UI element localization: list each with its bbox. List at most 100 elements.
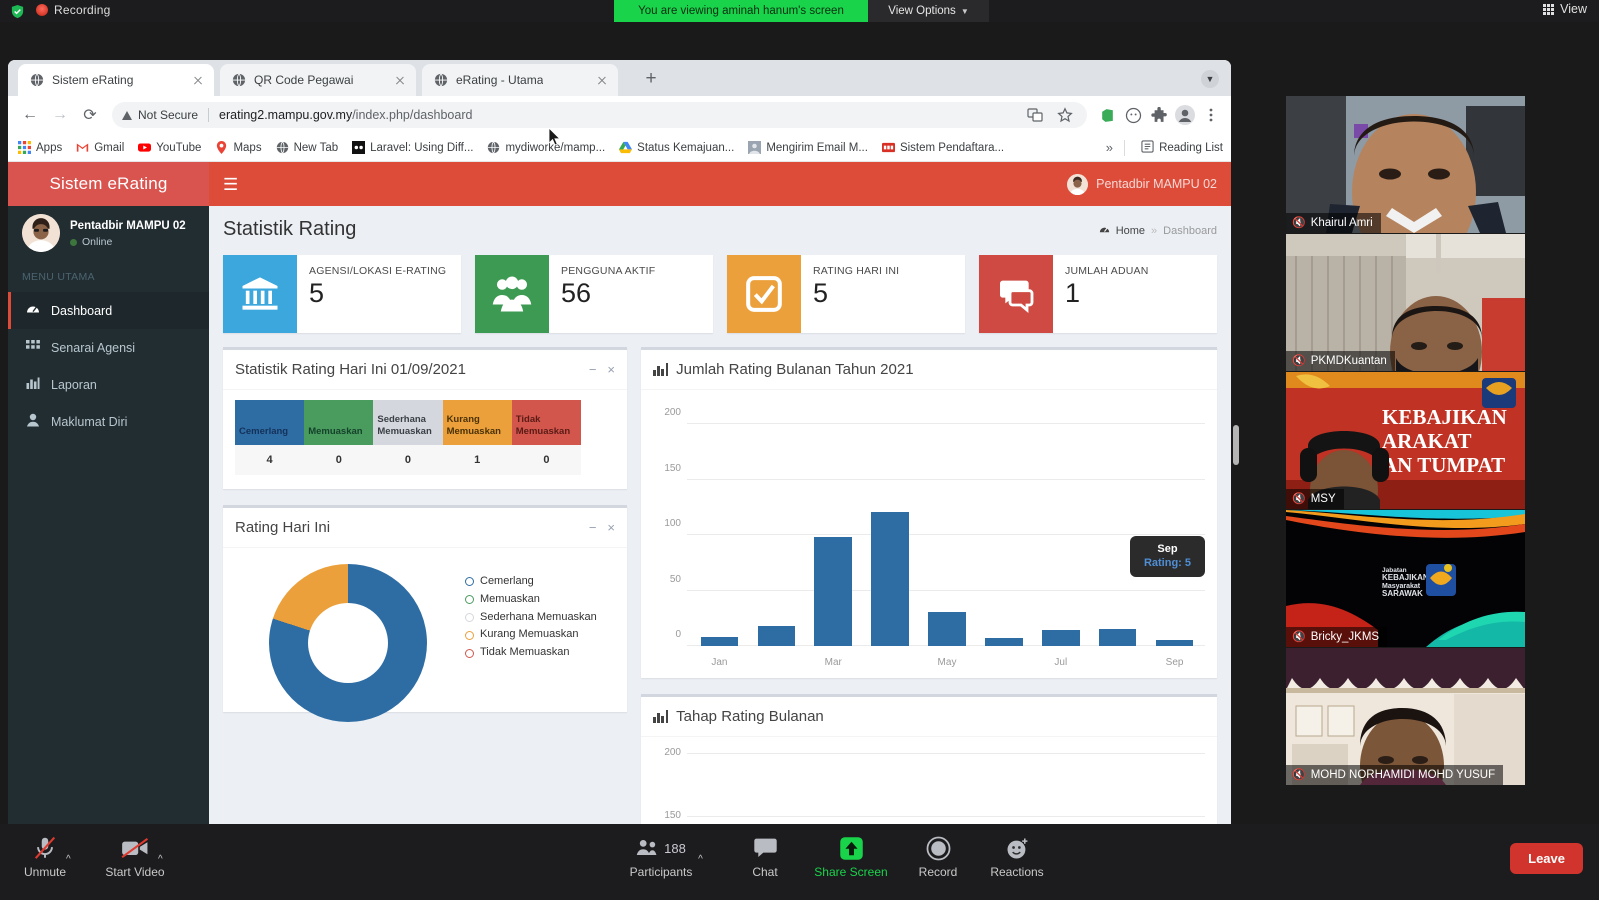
browser-toolbar: ← → ⟳ Not Secure erating2.mampu.gov.my/i…: [8, 96, 1231, 134]
chart-bar-cell[interactable]: [1146, 424, 1203, 646]
evernote-extension-icon[interactable]: [1095, 103, 1119, 127]
recording-indicator[interactable]: Recording: [36, 3, 111, 17]
bookmark-sistem-pendaftaran[interactable]: Sistem Pendaftara...: [881, 141, 1005, 154]
legend-item[interactable]: Kurang Memuaskan: [465, 626, 597, 644]
chart-bar[interactable]: [1098, 629, 1137, 646]
minimize-icon[interactable]: −: [589, 520, 597, 535]
stat-card-jumlah-aduan[interactable]: JUMLAH ADUAN 1: [979, 255, 1217, 333]
chart-bar-cell[interactable]: [919, 424, 976, 646]
sidebar-item-laporan[interactable]: Laporan: [8, 366, 209, 403]
reading-list-button[interactable]: Reading List: [1141, 139, 1223, 156]
chart-bar[interactable]: [928, 611, 966, 646]
tahap-rating-bar-chart[interactable]: 200 150: [641, 737, 1217, 824]
y-axis-tick-label: 150: [664, 462, 681, 474]
chevron-up-icon[interactable]: ^: [698, 854, 703, 865]
bookmark-youtube[interactable]: YouTube: [138, 141, 201, 154]
monthly-rating-bar-chart[interactable]: Sep Rating: 5 0 50 100 150 200 Jan Mar May Jul Se…: [641, 390, 1217, 678]
bookmark-laravel[interactable]: Laravel: Using Diff...: [352, 141, 473, 154]
bookmark-star-icon[interactable]: [1053, 103, 1077, 127]
tab-search-icon[interactable]: ▼: [1201, 70, 1219, 88]
share-screen-button[interactable]: Share Screen: [812, 834, 890, 879]
browser-tab-qr-code-pegawai[interactable]: QR Code Pegawai: [220, 64, 416, 96]
participants-button[interactable]: 188 ^ Participants: [622, 834, 703, 879]
view-options-button[interactable]: View Options ▼: [868, 0, 989, 22]
bookmark-label: Sistem Pendaftara...: [899, 141, 1005, 154]
bookmark-mengirim-email[interactable]: Mengirim Email M...: [748, 141, 868, 154]
chart-bar-cell[interactable]: [975, 424, 1032, 646]
chart-bar-cell[interactable]: [691, 424, 748, 646]
close-icon[interactable]: [392, 72, 408, 88]
browser-tab-erating-utama[interactable]: eRating - Utama: [422, 64, 618, 96]
chart-bar[interactable]: [871, 511, 909, 646]
chart-bar-cell[interactable]: [1032, 424, 1089, 646]
mute-button[interactable]: ^ Unmute: [6, 834, 84, 879]
chat-button[interactable]: Chat: [726, 834, 804, 879]
close-icon[interactable]: ×: [607, 362, 615, 377]
chevron-up-icon[interactable]: ^: [66, 854, 71, 865]
stat-card-agensi[interactable]: AGENSI/LOKASI E-RATING 5: [223, 255, 461, 333]
sidebar-toggle-icon[interactable]: ☰: [223, 176, 238, 193]
x-axis-tick-label: [1089, 657, 1146, 668]
sidebar-item-dashboard[interactable]: Dashboard: [8, 292, 209, 329]
close-icon[interactable]: [190, 72, 206, 88]
close-icon[interactable]: ×: [607, 520, 615, 535]
legend-item[interactable]: Tidak Memuaskan: [465, 644, 597, 662]
bookmark-new-tab[interactable]: New Tab: [276, 141, 338, 154]
participant-tile-pkmdkuantan[interactable]: 🔇 PKMDKuantan: [1286, 234, 1525, 371]
bookmark-apps[interactable]: Apps: [18, 141, 62, 154]
minimize-icon[interactable]: −: [589, 362, 597, 377]
chart-bar[interactable]: [757, 626, 796, 646]
extension-circle-icon[interactable]: [1121, 103, 1145, 127]
address-bar[interactable]: Not Secure erating2.mampu.gov.my/index.p…: [112, 102, 1087, 128]
leave-button[interactable]: Leave: [1510, 843, 1583, 874]
close-icon[interactable]: [594, 72, 610, 88]
sidebar-item-senarai-agensi[interactable]: Senarai Agensi: [8, 329, 209, 366]
app-brand-logo[interactable]: Sistem eRating: [8, 162, 209, 206]
browser-tab-sistem-erating[interactable]: Sistem eRating: [18, 64, 214, 96]
start-video-button[interactable]: ^ Start Video: [96, 834, 174, 879]
reload-button[interactable]: ⟳: [76, 101, 104, 129]
new-tab-button[interactable]: +: [640, 69, 662, 91]
participant-tile-khairul-amri[interactable]: 🔇 Khairul Amri: [1286, 96, 1525, 233]
extensions-puzzle-icon[interactable]: [1147, 103, 1171, 127]
stat-card-pengguna-aktif[interactable]: PENGGUNA AKTIF 56: [475, 255, 713, 333]
record-button[interactable]: Record: [899, 834, 977, 879]
scrollbar-handle[interactable]: [1233, 425, 1239, 465]
participant-tile-mohd-norhamidi[interactable]: 🔇 MOHD NORHAMIDI MOHD YUSUF: [1286, 648, 1525, 785]
participant-tile-msy[interactable]: KEBAJIKAN ARAKAT AN TUMPAT 🔇 MSY: [1286, 372, 1525, 509]
legend-item[interactable]: Sederhana Memuaskan: [465, 609, 597, 627]
bookmarks-overflow-button[interactable]: »: [1106, 140, 1113, 155]
sidebar-item-maklumat-diri[interactable]: Maklumat Diri: [8, 403, 209, 440]
translate-icon[interactable]: [1023, 103, 1047, 127]
chart-bar[interactable]: [700, 637, 739, 646]
bookmark-mydiwork[interactable]: mydiworke/mamp...: [487, 141, 605, 154]
bookmark-maps[interactable]: Maps: [215, 141, 262, 154]
sidebar-user-panel[interactable]: Pentadbir MAMPU 02 Online: [8, 206, 209, 260]
chart-bar[interactable]: [985, 638, 1023, 646]
chart-bar-cell[interactable]: [1089, 424, 1146, 646]
view-layout-button[interactable]: View: [1543, 2, 1587, 16]
legend-item[interactable]: Cemerlang: [465, 573, 597, 591]
back-button[interactable]: ←: [16, 101, 44, 129]
chart-bar[interactable]: [814, 537, 852, 646]
chart-bar-cell[interactable]: [862, 424, 919, 646]
chart-bar[interactable]: [1155, 640, 1194, 646]
forward-button[interactable]: →: [46, 101, 74, 129]
browser-tab-title: Sistem eRating: [52, 73, 134, 87]
navbar-user-menu[interactable]: Pentadbir MAMPU 02: [1067, 173, 1217, 195]
browser-menu-icon[interactable]: [1199, 103, 1223, 127]
chart-bar-cell[interactable]: [805, 424, 862, 646]
chart-bar-cell[interactable]: [748, 424, 805, 646]
reactions-button[interactable]: Reactions: [978, 834, 1056, 879]
donut-chart[interactable]: [269, 564, 427, 722]
breadcrumb-home[interactable]: Home: [1116, 225, 1145, 237]
bookmark-gmail[interactable]: Gmail: [76, 141, 124, 154]
chevron-up-icon[interactable]: ^: [158, 854, 163, 865]
legend-item[interactable]: Memuaskan: [465, 591, 597, 609]
participant-tile-bricky-jkms[interactable]: Jabatan KEBAJIKAN Masyarakat SARAWAK 🔇 B…: [1286, 510, 1525, 647]
chart-bar[interactable]: [1042, 630, 1080, 646]
stat-card-rating-hari-ini[interactable]: RATING HARI INI 5: [727, 255, 965, 333]
form-icon: [881, 141, 895, 154]
bookmark-status-kemajuan[interactable]: Status Kemajuan...: [619, 141, 734, 154]
profile-avatar-icon[interactable]: [1173, 103, 1197, 127]
